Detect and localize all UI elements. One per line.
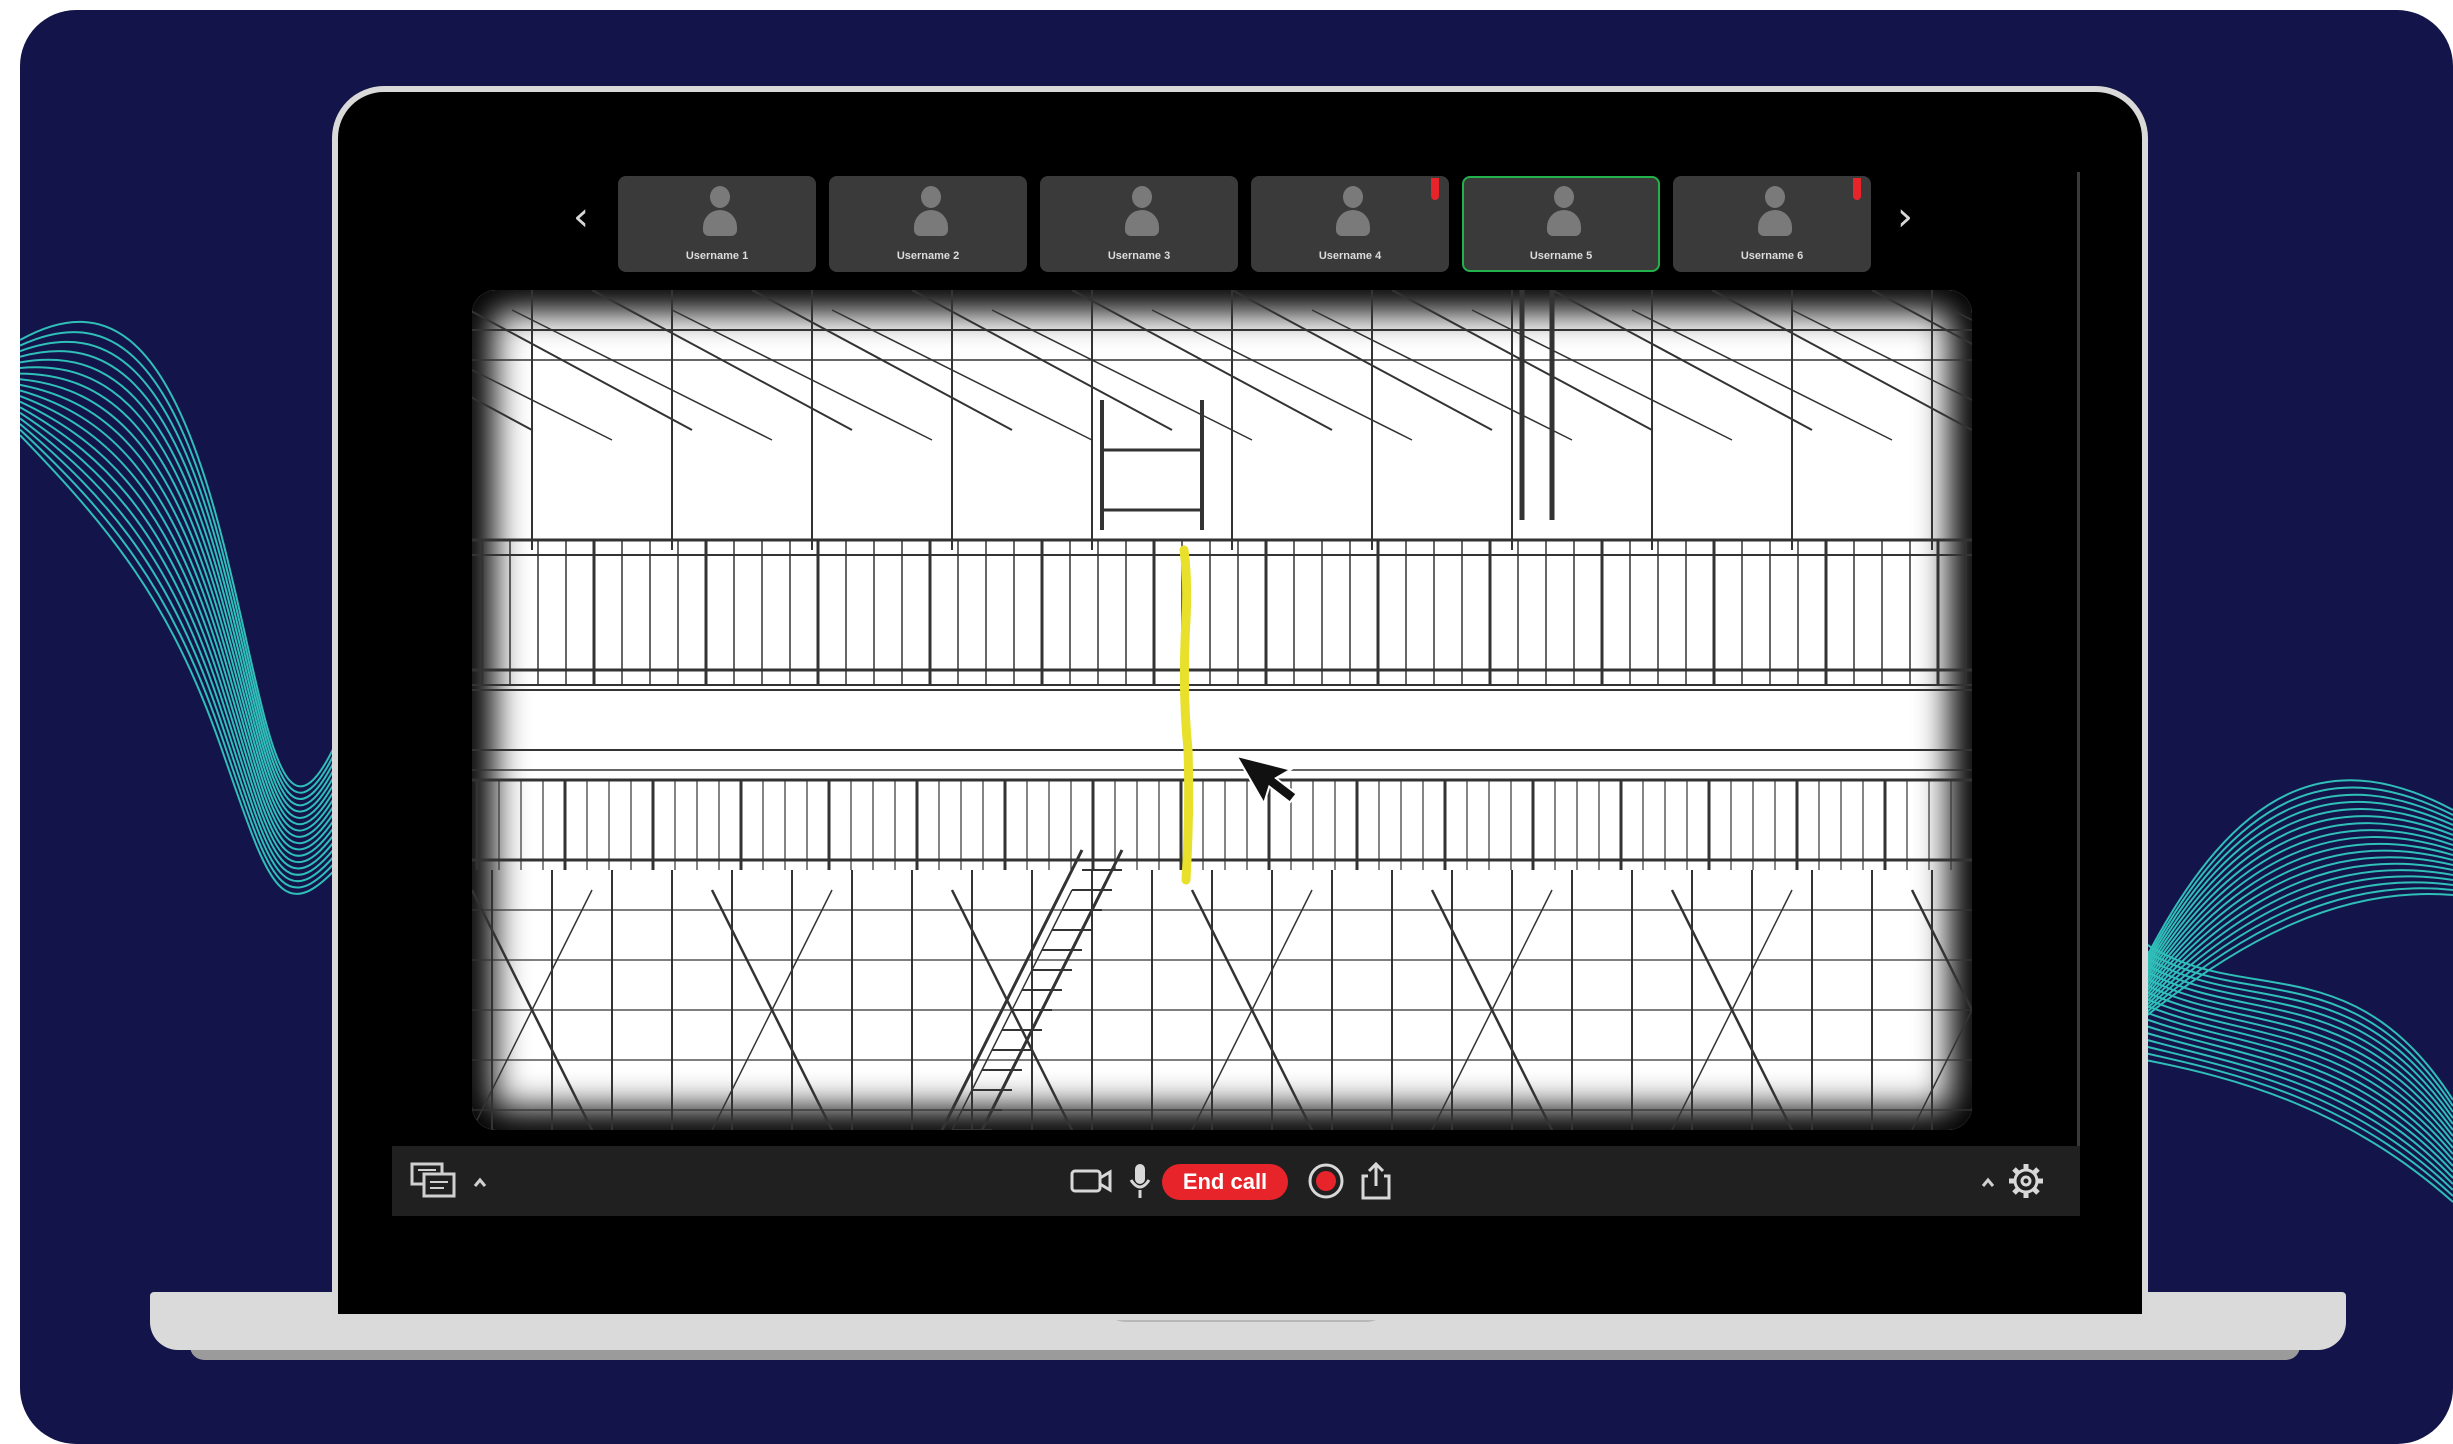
microphone-icon[interactable] [1128,1160,1152,1202]
call-toolbar: End call [392,1146,2080,1216]
participant-name: Username 3 [1107,250,1171,262]
participant-name: Username 5 [1529,250,1593,262]
record-icon[interactable] [1306,1160,1346,1202]
participant-name: Username 6 [1740,250,1804,262]
gear-icon[interactable] [2006,1160,2046,1202]
camera-icon[interactable] [1070,1160,1114,1202]
chevron-right-icon[interactable]: › [1890,192,1920,242]
participant-name: Username 2 [896,250,960,262]
video-call-window: ‹ Username 1 Username 2 Username 3 Username… [392,162,2080,1216]
chevron-up-icon[interactable] [1980,1160,1996,1202]
participant-name: Username 4 [1318,250,1382,262]
chevron-up-icon[interactable] [472,1160,488,1202]
participant-name: Username 1 [685,250,749,262]
participant-tile[interactable]: Username 5 [1462,176,1660,272]
muted-icon [1853,178,1861,200]
participant-strip: ‹ Username 1 Username 2 Username 3 Username… [392,168,2080,278]
avatar-icon [1125,184,1159,242]
avatar-icon [703,184,737,242]
participant-tile[interactable]: Username 2 [829,176,1027,272]
end-call-button[interactable]: End call [1162,1164,1288,1200]
participant-tile[interactable]: Username 3 [1040,176,1238,272]
share-icon[interactable] [1358,1160,1394,1202]
annotation-stroke [1179,545,1194,885]
muted-icon [1431,178,1439,200]
chat-layout-icon[interactable] [410,1160,460,1202]
participant-tile[interactable]: Username 4 [1251,176,1449,272]
participant-tile[interactable]: Username 6 [1673,176,1871,272]
avatar-icon [1336,184,1370,242]
shared-screen [472,290,1972,1130]
screen-divider [2077,172,2080,1212]
steel-structure-drawing [472,290,1972,1130]
chevron-left-icon[interactable]: ‹ [566,192,596,242]
participant-tile[interactable]: Username 1 [618,176,816,272]
avatar-icon [914,184,948,242]
avatar-icon [1547,184,1581,242]
avatar-icon [1758,184,1792,242]
